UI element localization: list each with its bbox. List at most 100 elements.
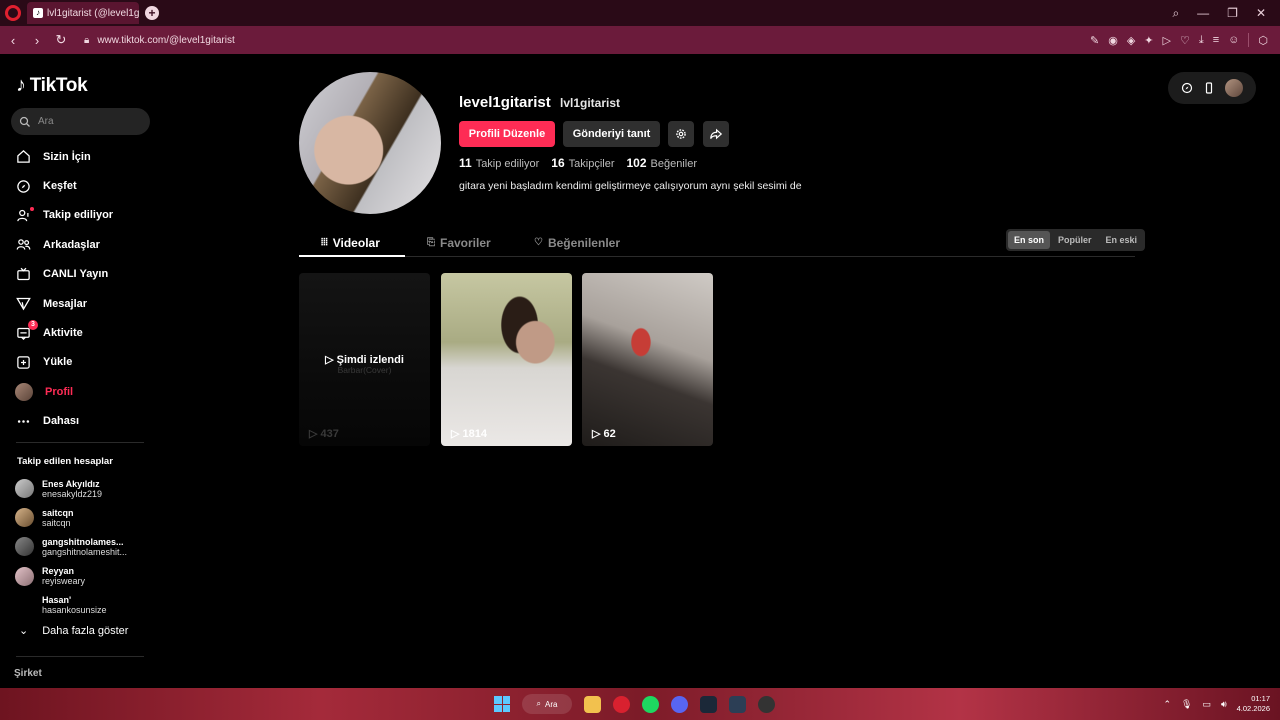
edit-icon[interactable]: ✎ <box>1090 34 1099 47</box>
nav-label: Aktivite <box>43 327 83 340</box>
tab-liked[interactable]: ♡ Beğenilenler <box>534 228 620 257</box>
nav-messages[interactable]: Mesajlar <box>16 289 146 318</box>
home-icon <box>17 150 30 163</box>
opera-icon[interactable] <box>613 695 630 713</box>
sort-oldest[interactable]: En eski <box>1100 231 1144 249</box>
tiktok-logo[interactable]: ♪ TikTok <box>16 74 88 97</box>
video-card[interactable]: ▷ Şimdi izlendi Barbar(Cover) ▷ 437 <box>299 273 430 446</box>
menu-icon[interactable]: ≡ <box>1213 34 1219 46</box>
nav-more[interactable]: Dahası <box>16 407 146 436</box>
grid-icon: ⦙⦙⦙ <box>321 237 328 248</box>
chevron-up-icon[interactable]: ⌃ <box>1163 699 1171 710</box>
account-name: saitcqn <box>42 507 74 518</box>
url-field[interactable]: www.tiktok.com/@level1gitarist <box>97 35 234 46</box>
heart-icon[interactable]: ♡ <box>1180 34 1190 47</box>
video-card[interactable]: ▷ 1814 <box>441 273 572 446</box>
chevron-down-icon: ⌄ <box>19 625 29 637</box>
profile-bio: gitara yeni başladım kendimi geliştirmey… <box>459 180 802 192</box>
edit-profile-button[interactable]: Profili Düzenle <box>459 121 555 147</box>
nav-label: Takip ediliyor <box>43 209 114 222</box>
tab-videos[interactable]: ⦙⦙⦙ Videolar <box>321 228 380 257</box>
avatar[interactable] <box>1225 79 1243 97</box>
opera-logo-icon[interactable] <box>5 5 21 21</box>
settings-button[interactable] <box>668 121 694 147</box>
file-explorer-icon[interactable] <box>584 695 601 713</box>
view-count-value: 437 <box>320 427 339 440</box>
account-name: Hasan' <box>42 595 72 606</box>
show-more-button[interactable]: ⌄ Daha fazla göster <box>19 624 128 638</box>
video-card[interactable]: ▷ 62 <box>582 273 713 446</box>
windows-start-icon[interactable] <box>494 696 510 712</box>
steam-icon[interactable] <box>700 695 717 713</box>
profile-username: level1gitarist <box>459 94 551 111</box>
following-account[interactable]: Reyyan reyisweary <box>15 562 150 591</box>
search-tabs-icon[interactable]: ⌕ <box>1172 6 1179 21</box>
taskbar-search[interactable]: ⌕ Ara <box>522 694 572 714</box>
camera-icon[interactable]: ◉ <box>1108 34 1118 47</box>
compass-icon[interactable] <box>1181 82 1193 94</box>
account-icon[interactable]: ☺ <box>1228 34 1239 46</box>
play-icon: ▷ <box>592 428 601 440</box>
volume-icon[interactable]: 🔊︎ <box>1221 699 1227 710</box>
sort-popular[interactable]: Popüler <box>1052 231 1098 249</box>
tab-label: Videolar <box>332 235 380 250</box>
search-icon <box>19 116 30 127</box>
discord-icon[interactable] <box>671 695 688 713</box>
nav-label: Mesajlar <box>43 297 88 310</box>
cube-icon[interactable]: ⬡ <box>1258 34 1268 47</box>
nav-upload[interactable]: Yükle <box>16 348 146 377</box>
avatar <box>15 595 34 615</box>
app-icon[interactable] <box>758 695 775 713</box>
browser-tab[interactable]: ♪ lvl1gitarist (@level1gitari × <box>27 2 139 24</box>
nav-label: Keşfet <box>43 180 77 193</box>
company-link[interactable]: Şirket <box>14 668 42 679</box>
active-tab-underline <box>299 255 405 257</box>
tab-favorites[interactable]: ⎘ Favoriler <box>427 228 491 257</box>
nav-friends[interactable]: Arkadaşlar <box>16 230 146 259</box>
app-icon[interactable] <box>729 695 746 713</box>
search-box[interactable] <box>11 108 150 135</box>
heart-icon: ♡ <box>534 237 543 248</box>
nav-for-you[interactable]: Sizin İçin <box>16 142 146 171</box>
close-window-button[interactable]: ✕ <box>1256 6 1266 20</box>
nav-label: CANLI Yayın <box>43 268 109 281</box>
maximize-button[interactable]: ❐ <box>1227 6 1238 20</box>
following-account[interactable]: Enes Akyıldız enesakyldz219 <box>15 474 150 503</box>
account-handle: hasankosunsize <box>42 605 107 616</box>
new-tab-button[interactable]: + <box>145 6 159 20</box>
clock[interactable]: 01:17 4.02.2026 <box>1237 694 1270 714</box>
nav-explore[interactable]: Keşfet <box>16 171 146 200</box>
phone-icon[interactable] <box>1203 82 1215 94</box>
reload-button[interactable]: ↻ <box>50 32 72 48</box>
followers-stat[interactable]: 16 Takipçiler <box>551 156 614 170</box>
network-icon[interactable]: ▭ <box>1202 699 1211 710</box>
following-stat[interactable]: 11 Takip ediliyor <box>459 156 539 170</box>
nav-profile[interactable]: Profil <box>15 377 146 406</box>
minimize-button[interactable]: — <box>1197 6 1209 20</box>
account-name: gangshitnolames... <box>42 536 124 547</box>
spotify-icon[interactable] <box>642 695 659 713</box>
sort-latest[interactable]: En son <box>1008 231 1051 249</box>
play-icon[interactable]: ▷ <box>1163 34 1171 47</box>
microphone-icon[interactable]: 🎙︎ <box>1181 699 1192 710</box>
following-account[interactable]: saitcqn saitcqn <box>15 503 150 532</box>
promote-post-button[interactable]: Gönderiyi tanıt <box>563 121 660 147</box>
view-count: ▷ 62 <box>592 427 616 441</box>
nav-live[interactable]: CANLI Yayın <box>16 260 146 289</box>
back-button[interactable]: ‹ <box>2 33 24 48</box>
following-account[interactable]: gangshitnolames... gangshitnolameshit... <box>15 532 150 561</box>
tab-title: lvl1gitarist (@level1gitari <box>47 7 139 19</box>
nav-following[interactable]: Takip ediliyor <box>16 201 146 230</box>
following-account[interactable]: Hasan' hasankosunsize <box>15 591 150 620</box>
download-icon[interactable]: ⤓ <box>1199 34 1204 47</box>
sort-toggle: En son Popüler En eski <box>1006 229 1146 251</box>
shield-icon[interactable]: ◈ <box>1127 34 1135 47</box>
profile-avatar[interactable] <box>299 72 441 214</box>
share-button[interactable] <box>703 121 729 147</box>
search-input[interactable] <box>38 116 138 127</box>
forward-button[interactable]: › <box>26 33 48 48</box>
extension-icon[interactable]: ✦ <box>1144 34 1153 47</box>
nav-activity[interactable]: 3 Aktivite <box>16 318 146 347</box>
activity-badge: 3 <box>28 320 38 331</box>
following-label: Takip ediliyor <box>475 158 540 170</box>
